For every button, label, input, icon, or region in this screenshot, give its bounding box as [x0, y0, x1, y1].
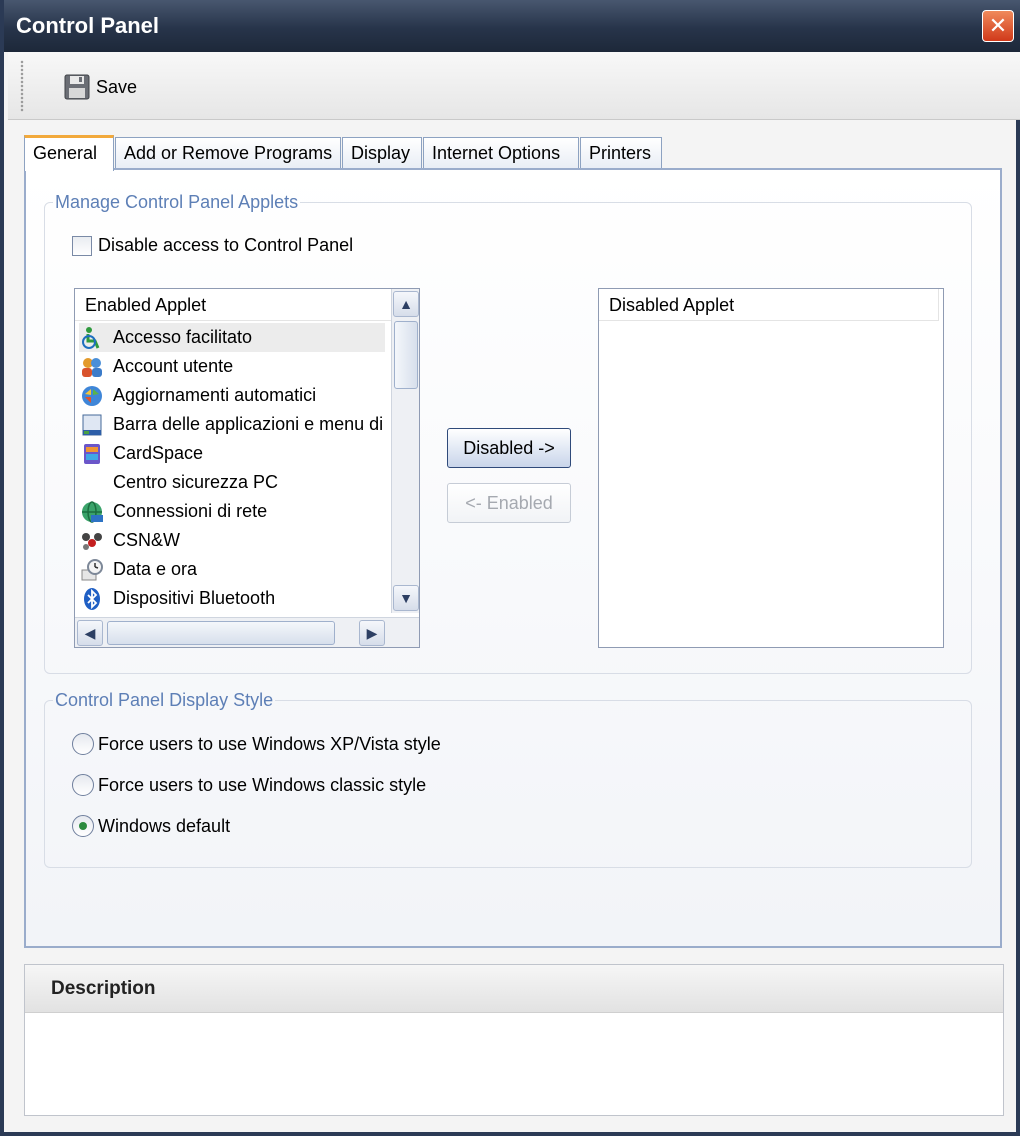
radio-xp-vista-style[interactable]: Force users to use Windows XP/Vista styl… — [72, 733, 441, 755]
list-item[interactable]: CSN&W — [79, 526, 385, 555]
list-item-label: CSN&W — [113, 530, 180, 550]
list-item-label: Aggiornamenti automatici — [113, 385, 317, 405]
date-time-icon — [79, 558, 105, 582]
taskbar-icon — [79, 413, 105, 437]
horizontal-scroll-thumb[interactable] — [107, 621, 335, 645]
radio-button[interactable] — [72, 733, 94, 755]
floppy-disk-icon — [64, 74, 90, 100]
display-style-legend: Control Panel Display Style — [55, 690, 274, 710]
list-item[interactable]: Dispositivi Bluetooth — [79, 584, 385, 613]
radio-windows-default[interactable]: Windows default — [72, 815, 230, 837]
list-item-label: Centro sicurezza PC — [113, 472, 279, 492]
enabled-list-vertical-scrollbar[interactable]: ▲ ▼ — [391, 289, 419, 613]
window-title: Control Panel — [16, 13, 160, 38]
enabled-applet-header[interactable]: Enabled Applet — [75, 289, 391, 321]
list-item-label: Accesso facilitato — [113, 327, 253, 347]
radio-classic-style[interactable]: Force users to use Windows classic style — [72, 774, 426, 796]
scroll-down-button[interactable]: ▼ — [393, 585, 419, 611]
list-item[interactable]: Accesso facilitato — [79, 323, 385, 352]
accessibility-icon — [79, 326, 105, 350]
windows-update-icon — [79, 384, 105, 408]
bluetooth-icon — [79, 587, 105, 611]
disable-access-label: Disable access to Control Panel — [98, 235, 354, 255]
tab-add-remove-programs[interactable]: Add or Remove Programs — [115, 137, 341, 169]
scroll-up-button[interactable]: ▲ — [393, 291, 419, 317]
save-button[interactable]: Save — [64, 70, 137, 104]
disable-access-row[interactable]: Disable access to Control Panel — [72, 235, 353, 256]
enabled-list-horizontal-scrollbar[interactable]: ◀ ▶ — [75, 617, 419, 647]
title-bar[interactable]: Control Panel ✕ — [4, 0, 1020, 52]
vertical-scroll-thumb[interactable] — [394, 321, 418, 389]
scroll-right-button[interactable]: ▶ — [359, 620, 385, 646]
radio-label: Force users to use Windows XP/Vista styl… — [98, 733, 441, 754]
radio-button[interactable] — [72, 774, 94, 796]
tab-printers[interactable]: Printers — [580, 137, 662, 169]
tab-internet-options[interactable]: Internet Options — [423, 137, 579, 169]
list-item[interactable]: Data e ora — [79, 555, 385, 584]
move-to-disabled-button[interactable]: Disabled -> — [447, 428, 571, 468]
users-icon — [79, 355, 105, 379]
list-item[interactable]: Aggiornamenti automatici — [79, 381, 385, 410]
disabled-applet-header[interactable]: Disabled Applet — [599, 289, 939, 321]
manage-applets-legend: Manage Control Panel Applets — [55, 192, 299, 212]
list-item-label: Account utente — [113, 356, 234, 376]
blank-icon — [79, 471, 105, 495]
list-item[interactable]: Connessioni di rete — [79, 497, 385, 526]
list-item[interactable]: Account utente — [79, 352, 385, 381]
disabled-applet-list[interactable]: Disabled Applet — [598, 288, 944, 648]
general-tab-panel: Manage Control Panel Applets Disable acc… — [24, 168, 1002, 948]
list-item-label: Data e ora — [113, 559, 198, 579]
list-item-label: Dispositivi Bluetooth — [113, 588, 276, 608]
list-item[interactable]: Barra delle applicazioni e menu di — [79, 410, 385, 439]
tab-general[interactable]: General — [24, 135, 114, 171]
list-item[interactable]: CardSpace — [79, 439, 385, 468]
move-to-enabled-button[interactable]: <- Enabled — [447, 483, 571, 523]
radio-label: Windows default — [98, 815, 231, 836]
radio-label: Force users to use Windows classic style — [98, 774, 427, 795]
csnw-icon — [79, 529, 105, 553]
list-item-label: CardSpace — [113, 443, 204, 463]
close-button[interactable]: ✕ — [982, 10, 1014, 42]
description-panel: Description — [24, 964, 1004, 1116]
radio-button[interactable] — [72, 815, 94, 837]
disable-access-checkbox[interactable] — [72, 235, 92, 256]
list-item[interactable]: Centro sicurezza PC — [79, 468, 385, 497]
list-item-label: Barra delle applicazioni e menu di — [113, 414, 384, 434]
save-label: Save — [96, 76, 138, 97]
description-title: Description — [25, 965, 1003, 1013]
network-icon — [79, 500, 105, 524]
scroll-left-button[interactable]: ◀ — [77, 620, 103, 646]
list-item-label: Connessioni di rete — [113, 501, 268, 521]
cardspace-icon — [79, 442, 105, 466]
toolbar: Save — [8, 52, 1020, 120]
enabled-applet-list[interactable]: Enabled Applet Accesso facilitato Accoun… — [74, 288, 420, 648]
tab-display[interactable]: Display — [342, 137, 422, 169]
toolbar-grip[interactable] — [20, 60, 24, 112]
control-panel-window: Control Panel ✕ Save General Add or Remo… — [0, 0, 1020, 1136]
